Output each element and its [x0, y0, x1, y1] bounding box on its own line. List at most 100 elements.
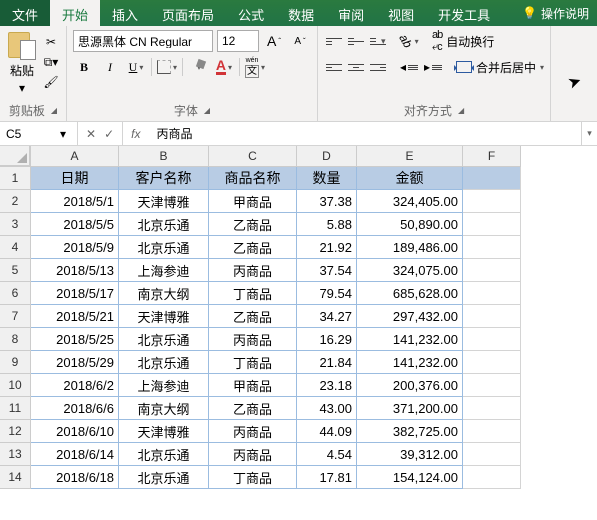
tab-data[interactable]: 数据	[276, 0, 326, 26]
col-header-C[interactable]: C	[209, 146, 297, 167]
row-header-13[interactable]: 13	[0, 443, 31, 466]
cell[interactable]: 324,075.00	[357, 259, 463, 282]
cell[interactable]: 北京乐通	[119, 466, 209, 489]
font-color-button[interactable]: A▾	[213, 56, 235, 78]
cell[interactable]: 2018/6/2	[31, 374, 119, 397]
cell[interactable]	[463, 466, 521, 489]
cell[interactable]: 南京大纲	[119, 282, 209, 305]
row-header-5[interactable]: 5	[0, 259, 31, 282]
cell[interactable]: 天津博雅	[119, 420, 209, 443]
cell[interactable]: 297,432.00	[357, 305, 463, 328]
cell[interactable]: 324,405.00	[357, 190, 463, 213]
cell[interactable]: 丙商品	[209, 443, 297, 466]
row-header-1[interactable]: 1	[0, 167, 31, 190]
fx-button[interactable]: fx	[123, 122, 148, 145]
cell[interactable]: 北京乐通	[119, 443, 209, 466]
cell[interactable]: 乙商品	[209, 305, 297, 328]
dialog-launcher-icon[interactable]: ◢	[458, 106, 464, 115]
bold-button[interactable]: B	[73, 56, 95, 78]
grow-font-button[interactable]: Aˆ	[263, 30, 285, 52]
align-middle-button[interactable]	[346, 32, 366, 50]
row-header-8[interactable]: 8	[0, 328, 31, 351]
cell[interactable]	[463, 420, 521, 443]
cell[interactable]: 丁商品	[209, 351, 297, 374]
dialog-launcher-icon[interactable]: ◢	[51, 106, 57, 115]
tab-dev[interactable]: 开发工具	[426, 0, 502, 26]
accept-formula-button[interactable]: ✓	[104, 127, 114, 141]
tab-review[interactable]: 审阅	[326, 0, 376, 26]
cell[interactable]: 2018/5/21	[31, 305, 119, 328]
cell[interactable]: 34.27	[297, 305, 357, 328]
cell[interactable]: 甲商品	[209, 190, 297, 213]
cell[interactable]: 44.09	[297, 420, 357, 443]
row-header-2[interactable]: 2	[0, 190, 31, 213]
cell[interactable]	[463, 305, 521, 328]
cut-button[interactable]: ✂	[42, 34, 60, 50]
cell[interactable]: 2018/6/18	[31, 466, 119, 489]
orientation-button[interactable]: ab▾	[398, 30, 420, 52]
font-name-input[interactable]	[78, 34, 233, 48]
cell[interactable]: 上海参迪	[119, 259, 209, 282]
cell[interactable]: 甲商品	[209, 374, 297, 397]
italic-button[interactable]: I	[99, 56, 121, 78]
select-all-button[interactable]	[0, 146, 30, 166]
cell[interactable]: 17.81	[297, 466, 357, 489]
cell[interactable]: 丙商品	[209, 328, 297, 351]
cell[interactable]: 2018/6/14	[31, 443, 119, 466]
col-header-B[interactable]: B	[119, 146, 209, 167]
align-center-button[interactable]	[346, 58, 366, 76]
cell[interactable]: 北京乐通	[119, 236, 209, 259]
format-painter-button[interactable]: 🖌	[42, 74, 60, 90]
align-top-button[interactable]	[324, 32, 344, 50]
cell[interactable]: 141,232.00	[357, 351, 463, 374]
spreadsheet-grid[interactable]: ABCDEF1日期客户名称商品名称数量金额22018/5/1天津博雅甲商品37.…	[0, 146, 597, 489]
row-header-3[interactable]: 3	[0, 213, 31, 236]
cell[interactable]: 5.88	[297, 213, 357, 236]
copy-button[interactable]: ⧉▾	[42, 54, 60, 70]
cell[interactable]: 43.00	[297, 397, 357, 420]
name-box[interactable]: ▾	[0, 122, 78, 145]
cell[interactable]: 丙商品	[209, 420, 297, 443]
tell-me[interactable]: 💡操作说明	[514, 0, 597, 26]
cell[interactable]: 丁商品	[209, 282, 297, 305]
cell[interactable]: 21.84	[297, 351, 357, 374]
cell[interactable]	[463, 167, 521, 190]
tab-file[interactable]: 文件	[0, 0, 50, 26]
font-name-combo[interactable]: ▾	[73, 30, 213, 52]
tab-formula[interactable]: 公式	[226, 0, 276, 26]
align-left-button[interactable]	[324, 58, 344, 76]
cell[interactable]: 南京大纲	[119, 397, 209, 420]
row-header-12[interactable]: 12	[0, 420, 31, 443]
cell[interactable]	[463, 397, 521, 420]
font-size-combo[interactable]: ▾	[217, 30, 259, 52]
cell[interactable]: 141,232.00	[357, 328, 463, 351]
cell[interactable]: 乙商品	[209, 236, 297, 259]
cell[interactable]	[463, 213, 521, 236]
merge-center-button[interactable]: 合并后居中▾	[456, 56, 544, 78]
cell[interactable]: 37.54	[297, 259, 357, 282]
align-bottom-button[interactable]	[368, 32, 388, 50]
name-box-input[interactable]	[6, 127, 56, 141]
cell[interactable]: 21.92	[297, 236, 357, 259]
row-header-14[interactable]: 14	[0, 466, 31, 489]
row-header-6[interactable]: 6	[0, 282, 31, 305]
cell[interactable]: 79.54	[297, 282, 357, 305]
cell[interactable]: 数量	[297, 167, 357, 190]
cell[interactable]: 丁商品	[209, 466, 297, 489]
dialog-launcher-icon[interactable]: ◢	[204, 106, 210, 115]
cell[interactable]: 37.38	[297, 190, 357, 213]
cell[interactable]: 200,376.00	[357, 374, 463, 397]
cell[interactable]: 北京乐通	[119, 351, 209, 374]
decrease-indent-button[interactable]: ◂	[398, 56, 420, 78]
cell[interactable]: 2018/5/9	[31, 236, 119, 259]
fill-color-button[interactable]: ▾	[187, 56, 209, 78]
phonetic-button[interactable]: wén文▾	[244, 56, 266, 78]
cell[interactable]: 乙商品	[209, 213, 297, 236]
tab-insert[interactable]: 插入	[100, 0, 150, 26]
cell[interactable]: 685,628.00	[357, 282, 463, 305]
cell[interactable]: 189,486.00	[357, 236, 463, 259]
row-header-4[interactable]: 4	[0, 236, 31, 259]
row-header-7[interactable]: 7	[0, 305, 31, 328]
cell[interactable]	[463, 236, 521, 259]
col-header-D[interactable]: D	[297, 146, 357, 167]
